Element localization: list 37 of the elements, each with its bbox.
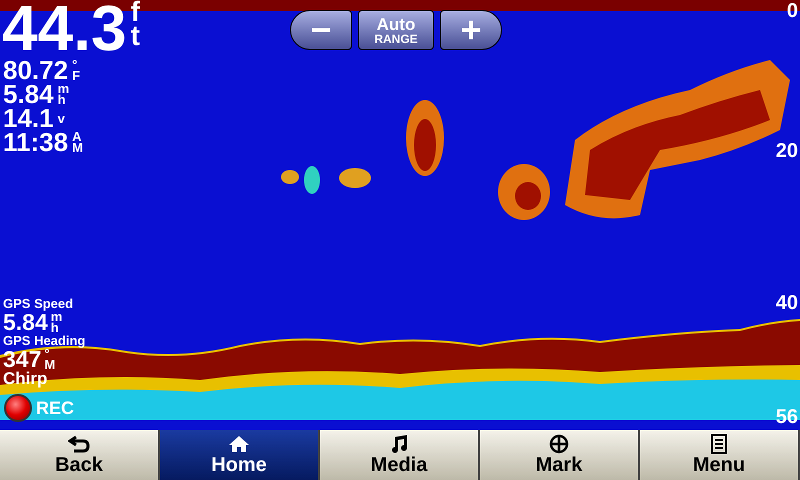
- list-icon: [711, 434, 727, 454]
- unit-label: °: [44, 348, 50, 359]
- unit-label: °: [72, 59, 78, 70]
- sensor-reading: 11:38: [3, 130, 68, 154]
- sensor-reading: 80.72: [3, 58, 68, 82]
- depth-scale-label: 40: [776, 291, 798, 316]
- unit-label: m: [50, 311, 62, 322]
- record-label: REC: [36, 396, 74, 420]
- gps-label: GPS Heading: [3, 333, 86, 348]
- range-increase-button[interactable]: +: [440, 10, 502, 50]
- unit-label: M: [44, 359, 56, 370]
- gps-label: GPS Speed: [3, 296, 74, 311]
- unit-label: m: [58, 83, 70, 94]
- nav-tab[interactable]: Media: [320, 430, 480, 480]
- range-decrease-button[interactable]: −: [290, 10, 352, 50]
- depth-reading: 44.3: [2, 0, 127, 60]
- back-arrow-icon: [68, 435, 90, 453]
- gps-reading: 347: [3, 348, 42, 370]
- sensor-reading: 5.84: [3, 82, 54, 106]
- unit-label: v: [58, 112, 65, 124]
- gps-reading: 5.84: [3, 311, 48, 333]
- auto-range-button[interactable]: Auto RANGE: [358, 10, 434, 50]
- unit-label: F: [72, 70, 80, 81]
- house-icon: [228, 435, 250, 453]
- nav-tab[interactable]: Home: [160, 430, 320, 480]
- nav-tab[interactable]: Back: [0, 430, 160, 480]
- unit-label: A: [72, 131, 82, 142]
- unit-label: M: [72, 142, 83, 153]
- depth-scale-label: 20: [776, 139, 798, 164]
- sensor-reading: 14.1: [3, 106, 54, 130]
- unit-label: t: [130, 24, 140, 48]
- unit-label: h: [50, 322, 59, 333]
- music-note-icon: [389, 435, 409, 453]
- nav-tab[interactable]: Menu: [640, 430, 800, 480]
- unit-label: h: [58, 94, 66, 105]
- nav-tab[interactable]: Mark: [480, 430, 640, 480]
- crosshair-icon: [549, 434, 569, 454]
